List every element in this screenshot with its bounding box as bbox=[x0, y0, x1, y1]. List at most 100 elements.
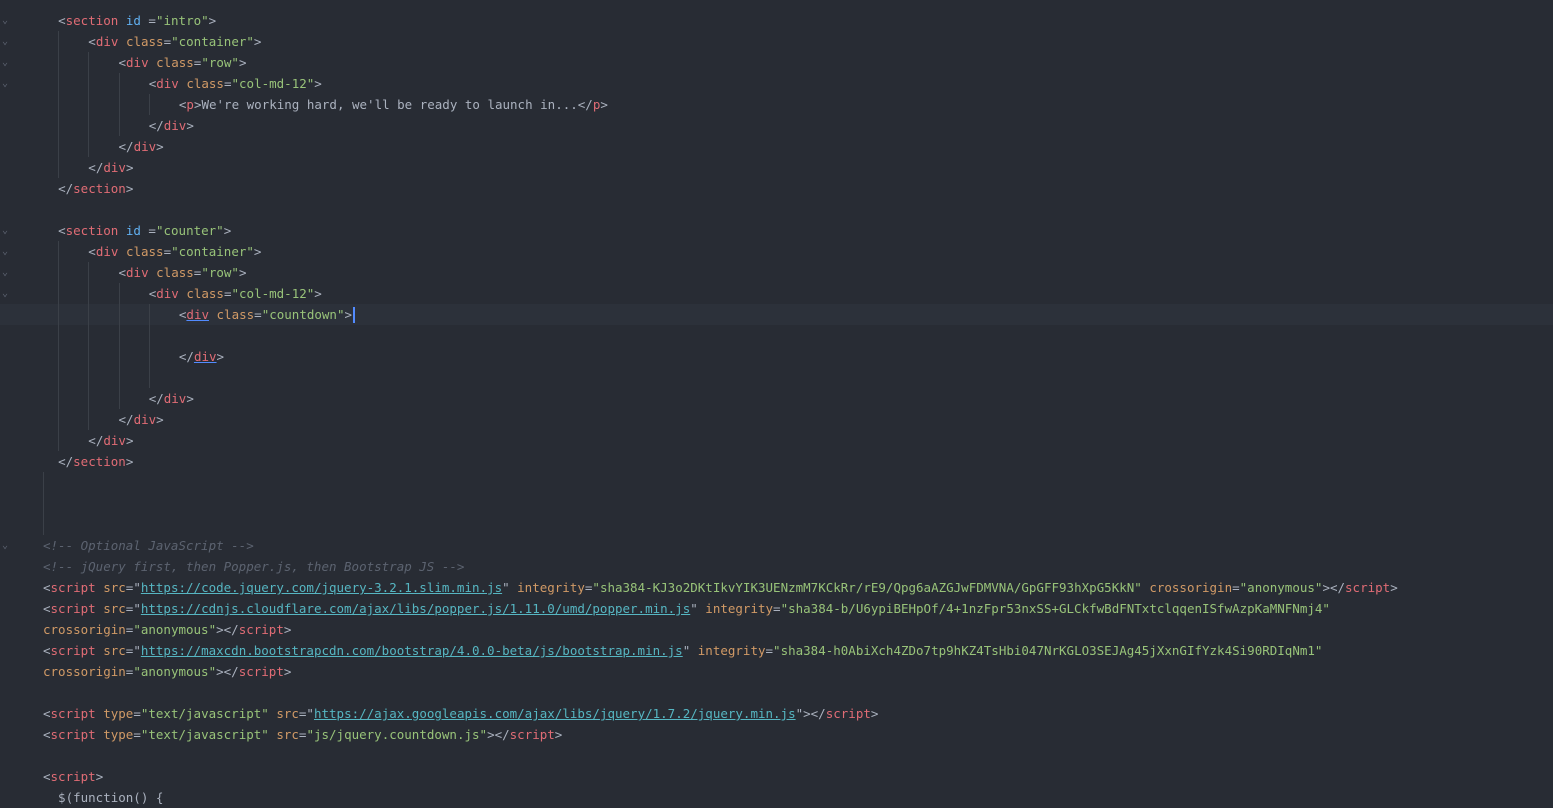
code-token-punc: > bbox=[95, 769, 104, 784]
code-token-punc: ></ bbox=[216, 622, 239, 637]
code-token-punc: </ bbox=[118, 412, 134, 427]
code-line[interactable]: crossorigin="anonymous"></script> bbox=[0, 661, 1553, 682]
code-token-str: "anonymous" bbox=[133, 664, 217, 679]
code-token-attr: crossorigin bbox=[43, 664, 126, 679]
code-line[interactable] bbox=[0, 472, 1553, 493]
code-line[interactable]: </div> bbox=[0, 409, 1553, 430]
code-token-url[interactable]: https://cdnjs.cloudflare.com/ajax/libs/p… bbox=[141, 601, 690, 616]
code-editor[interactable]: ⌄ <section id ="intro"> ⌄ <div class="conta… bbox=[0, 0, 1553, 805]
code-line[interactable]: </section> bbox=[0, 451, 1553, 472]
code-content: <!-- jQuery first, then Popper.js, then … bbox=[43, 556, 464, 577]
code-line[interactable]: <p>We're working hard, we'll be ready to… bbox=[0, 94, 1553, 115]
code-line[interactable]: crossorigin="anonymous"></script> bbox=[0, 619, 1553, 640]
indent-guide bbox=[58, 31, 60, 178]
code-line[interactable] bbox=[0, 514, 1553, 535]
code-line[interactable] bbox=[0, 325, 1553, 346]
chevron-down-icon[interactable]: ⌄ bbox=[0, 52, 10, 73]
code-token-tag: script bbox=[509, 727, 555, 742]
code-line[interactable]: </div> bbox=[0, 346, 1553, 367]
code-content: <script src="https://code.jquery.com/jqu… bbox=[43, 577, 1398, 598]
chevron-down-icon[interactable]: ⌄ bbox=[0, 220, 10, 241]
chevron-down-icon[interactable]: ⌄ bbox=[0, 535, 10, 556]
code-content: </div> bbox=[119, 409, 164, 430]
code-token-tag: script bbox=[238, 622, 284, 637]
code-token-attr: src bbox=[103, 601, 126, 616]
code-token-id: id bbox=[125, 13, 141, 28]
code-content: crossorigin="anonymous"></script> bbox=[43, 661, 291, 682]
code-line[interactable] bbox=[0, 367, 1553, 388]
code-token-str: "js/jquery.countdown.js" bbox=[306, 727, 488, 742]
code-token-str: "anonymous" bbox=[1239, 580, 1323, 595]
code-token-tag: section bbox=[73, 454, 126, 469]
code-token-str: "container" bbox=[171, 34, 254, 49]
code-line[interactable]: </div> bbox=[0, 136, 1553, 157]
code-line[interactable]: <script src="https://code.jquery.com/jqu… bbox=[0, 577, 1553, 598]
code-line[interactable]: <!-- jQuery first, then Popper.js, then … bbox=[0, 556, 1553, 577]
code-token-comment: <!-- Optional JavaScript --> bbox=[43, 538, 254, 553]
code-line[interactable]: <script src="https://cdnjs.cloudflare.co… bbox=[0, 598, 1553, 619]
code-content: </section> bbox=[58, 178, 133, 199]
code-line[interactable]: <script> bbox=[0, 766, 1553, 787]
code-content: </div> bbox=[88, 157, 133, 178]
code-line[interactable]: ⌄ <div class="row"> bbox=[0, 52, 1553, 73]
code-token-tag: div bbox=[156, 76, 179, 91]
code-token-punc: = bbox=[133, 727, 141, 742]
code-token-tag: div bbox=[156, 286, 179, 301]
code-token-tag: div bbox=[103, 160, 126, 175]
code-content: $(function() { bbox=[43, 787, 163, 808]
code-token-punc bbox=[209, 307, 217, 322]
code-line[interactable]: ⌄ <div class="row"> bbox=[0, 262, 1553, 283]
code-line[interactable]: $(function() { bbox=[0, 787, 1553, 808]
code-token-punc: </ bbox=[148, 118, 164, 133]
code-token-attr: class bbox=[156, 55, 194, 70]
code-token-text: We're working hard, we'll be ready to la… bbox=[201, 97, 578, 112]
chevron-down-icon[interactable]: ⌄ bbox=[0, 262, 10, 283]
code-token-punc: > bbox=[125, 433, 134, 448]
code-line[interactable]: ⌄ <section id ="intro"> bbox=[0, 10, 1553, 31]
code-content: <div class="col-md-12"> bbox=[149, 283, 322, 304]
code-content: </div> bbox=[149, 388, 194, 409]
code-line[interactable]: </div> bbox=[0, 388, 1553, 409]
code-line[interactable] bbox=[0, 493, 1553, 514]
code-line[interactable]: ⌄ <section id ="counter"> bbox=[0, 220, 1553, 241]
code-line[interactable] bbox=[0, 745, 1553, 766]
code-line[interactable]: ⌄ <div class="container"> bbox=[0, 31, 1553, 52]
code-line[interactable]: <script type="text/javascript" src="js/j… bbox=[0, 724, 1553, 745]
indent-guide bbox=[118, 73, 120, 136]
code-line[interactable] bbox=[0, 682, 1553, 703]
code-line[interactable]: <script type="text/javascript" src="http… bbox=[0, 703, 1553, 724]
code-line[interactable]: ⌄ <!-- Optional JavaScript --> bbox=[0, 535, 1553, 556]
chevron-down-icon[interactable]: ⌄ bbox=[0, 283, 10, 304]
chevron-down-icon[interactable]: ⌄ bbox=[0, 31, 10, 52]
code-token-url[interactable]: https://maxcdn.bootstrapcdn.com/bootstra… bbox=[141, 643, 683, 658]
code-line[interactable]: <div class="countdown"> bbox=[0, 304, 1553, 325]
chevron-down-icon[interactable]: ⌄ bbox=[0, 241, 10, 262]
indent-guide bbox=[88, 52, 90, 157]
code-token-punc: " bbox=[502, 580, 518, 595]
code-token-punc: </ bbox=[88, 160, 104, 175]
code-line[interactable]: ⌄ <div class="col-md-12"> bbox=[0, 73, 1553, 94]
code-token-tag: script bbox=[50, 601, 96, 616]
chevron-down-icon[interactable]: ⌄ bbox=[0, 10, 10, 31]
code-token-punc: =" bbox=[125, 580, 141, 595]
code-line[interactable]: </div> bbox=[0, 115, 1553, 136]
code-token-punc: = bbox=[223, 76, 232, 91]
chevron-down-icon[interactable]: ⌄ bbox=[0, 73, 10, 94]
code-token-url[interactable]: https://ajax.googleapis.com/ajax/libs/jq… bbox=[314, 706, 796, 721]
code-token-punc: = bbox=[163, 244, 172, 259]
code-content: <section id ="counter"> bbox=[58, 220, 231, 241]
code-line[interactable]: </div> bbox=[0, 430, 1553, 451]
code-line[interactable]: ⌄ <div class="container"> bbox=[0, 241, 1553, 262]
code-line[interactable] bbox=[0, 199, 1553, 220]
code-token-str: "row" bbox=[201, 265, 239, 280]
code-line[interactable]: </div> bbox=[0, 157, 1553, 178]
code-token-punc: > bbox=[283, 622, 292, 637]
code-token-punc: = bbox=[765, 643, 774, 658]
code-token-punc: ></ bbox=[216, 664, 239, 679]
code-token-punc: < bbox=[88, 34, 96, 49]
code-line[interactable]: ⌄ <div class="col-md-12"> bbox=[0, 283, 1553, 304]
code-token-url[interactable]: https://code.jquery.com/jquery-3.2.1.sli… bbox=[141, 580, 502, 595]
code-line[interactable]: </section> bbox=[0, 178, 1553, 199]
code-token-punc: </ bbox=[88, 433, 104, 448]
code-line[interactable]: <script src="https://maxcdn.bootstrapcdn… bbox=[0, 640, 1553, 661]
